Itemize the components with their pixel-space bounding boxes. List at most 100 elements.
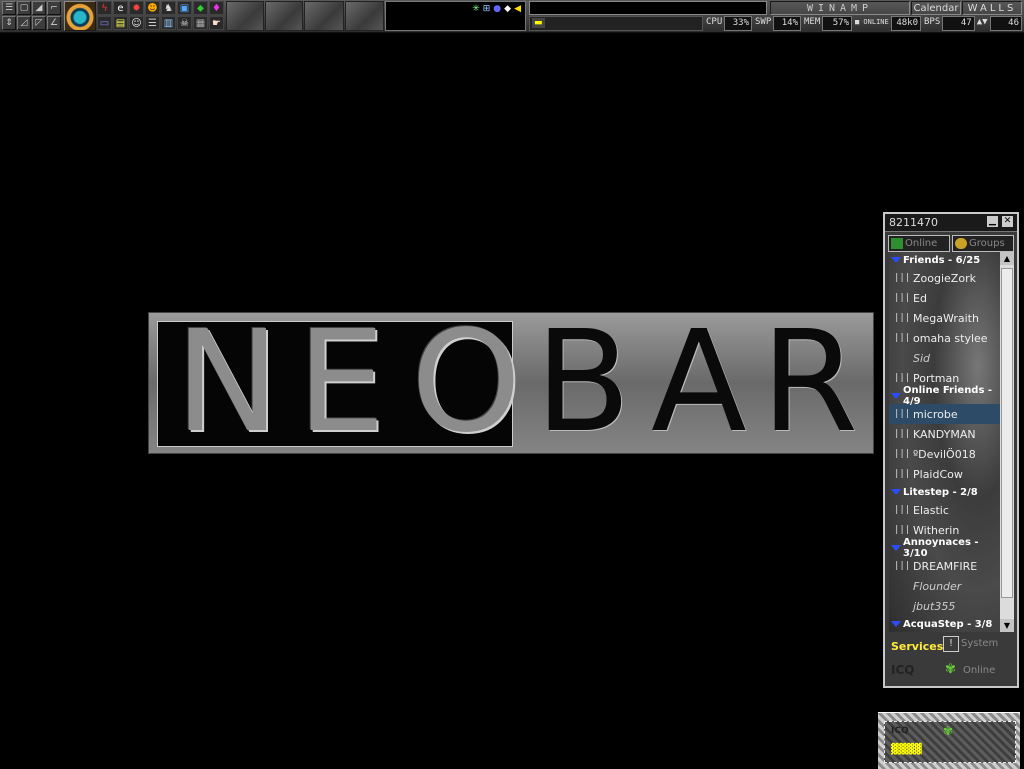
app-launcher-icon[interactable]: e — [113, 1, 128, 15]
contact-list-scrollbar[interactable]: ▲ ▼ — [1000, 252, 1014, 632]
toolbar-shortcut-icon[interactable]: ◿ — [17, 16, 31, 30]
calendar-button[interactable]: Calendar — [911, 1, 961, 15]
app-launcher-icon[interactable]: ▤ — [113, 16, 128, 30]
speaker-icon[interactable]: ◀ — [514, 4, 521, 14]
contact-item[interactable]: ||| microbe — [889, 404, 1000, 424]
contact-item[interactable]: jbut355 — [889, 596, 1000, 616]
contact-item[interactable]: ||| PlaidCow — [889, 464, 1000, 484]
icq-mini-widget[interactable]: ICQ ✾ ▓▓▓▓ — [878, 712, 1020, 769]
toolbar-shortcut-icon[interactable]: ⇕ — [2, 16, 16, 30]
app-launcher-icon[interactable]: ▭ — [97, 16, 112, 30]
toolbar-shortcut-icon[interactable]: ◢ — [32, 1, 46, 15]
contact-name: omaha stylee — [913, 331, 988, 345]
scroll-down-icon[interactable]: ▼ — [1000, 619, 1014, 632]
contact-group-header[interactable]: Litestep - 2/8 — [889, 484, 1000, 500]
app-launcher-icon[interactable]: ϟ — [97, 1, 112, 15]
eye-icon[interactable] — [64, 1, 96, 31]
online-label: ■ ONLINE — [855, 18, 889, 26]
system-button[interactable]: System — [961, 638, 998, 649]
desktop-pager-3[interactable] — [304, 1, 344, 31]
widget-status-icon: ▓▓▓▓ — [891, 744, 922, 755]
winamp-label[interactable]: WINAMP — [770, 1, 910, 15]
minimize-icon[interactable]: ▁ — [987, 216, 998, 227]
top-bar: ☰ ▢ ◢ ⌐ ⇕ ◿ ◸ ∠ ϟ e ✹ ☻ ♞ ▣ ⬥ ♦ ▭ ▤ ☺ ☰ ▥ ☠ ▦ ☛ ✳ ⊞ ● ◆ ◀ ▬ WI… — [0, 0, 1024, 33]
bps-label: BPS — [924, 17, 941, 27]
app-launcher-icon[interactable]: ☰ — [145, 16, 160, 30]
status-button[interactable]: Online — [963, 665, 995, 676]
sun-icon[interactable]: ✳ — [472, 4, 480, 14]
contact-item[interactable]: ||| Ed — [889, 288, 1000, 308]
desktop-pager-1[interactable] — [226, 1, 264, 31]
icq-contact-window: 8211470 ▁ ✕ Online Groups Friends - 6/25… — [883, 212, 1019, 688]
app-launcher-icon[interactable]: ▦ — [193, 16, 208, 30]
app-launcher-icon[interactable]: ☛ — [209, 16, 224, 30]
online-users-icon — [891, 238, 903, 249]
app-launcher-icon[interactable]: ☠ — [177, 16, 192, 30]
contact-item[interactable]: ||| Elastic — [889, 500, 1000, 520]
pill-icon[interactable]: ◆ — [504, 4, 511, 14]
contact-item[interactable]: ||| omaha stylee — [889, 328, 1000, 348]
contact-group-header[interactable]: Online Friends - 4/9 — [889, 385, 1000, 407]
logo-letter-5: A — [651, 301, 747, 464]
app-launcher-icon[interactable]: ♦ — [209, 1, 224, 15]
desktop-pager-2[interactable] — [265, 1, 303, 31]
contact-item[interactable]: Flounder — [889, 576, 1000, 596]
neobar-logo: N E O B A R — [148, 312, 874, 454]
walls-button[interactable]: WALLS — [962, 1, 1022, 15]
bps-arrows-icon: ▲▼ — [976, 17, 988, 27]
contact-status-icon: ||| — [894, 373, 911, 383]
group-expand-icon[interactable] — [891, 393, 901, 399]
widget-flower-icon[interactable]: ✾ — [943, 724, 953, 738]
contact-group-header[interactable]: AcquaStep - 3/8 — [889, 616, 1000, 632]
app-launcher-icon[interactable]: ⬥ — [193, 1, 208, 15]
app-launcher-icon[interactable]: ✹ — [129, 1, 144, 15]
group-expand-icon[interactable] — [891, 621, 901, 627]
task-area[interactable]: ✳ ⊞ ● ◆ ◀ — [385, 1, 526, 31]
tab-groups[interactable]: Groups — [952, 235, 1014, 252]
contact-item[interactable]: ||| MegaWraith — [889, 308, 1000, 328]
app-launcher-icon[interactable]: ☻ — [145, 1, 160, 15]
contact-item[interactable]: ||| DREAMFIRE — [889, 556, 1000, 576]
app-launcher-icon[interactable]: ▥ — [161, 16, 176, 30]
scroll-up-icon[interactable]: ▲ — [1000, 252, 1014, 265]
icq-uin: 8211470 — [889, 216, 938, 229]
services-button[interactable]: Services — [891, 640, 943, 653]
icq-bottom-panel: Services ! System ICQ ✾ Online — [889, 636, 1013, 684]
icq-title-bar[interactable]: 8211470 ▁ ✕ — [885, 214, 1017, 232]
network-icon[interactable]: ⊞ — [483, 4, 491, 14]
status-flower-icon[interactable]: ✾ — [945, 662, 956, 677]
toolbar-shortcut-icon[interactable]: ∠ — [47, 16, 61, 30]
toolbar-shortcut-icon[interactable]: ◸ — [32, 16, 46, 30]
contact-name: microbe — [913, 407, 958, 421]
globe-icon[interactable]: ● — [493, 4, 501, 14]
winamp-icon[interactable]: ▬ — [532, 18, 545, 28]
tab-online-label: Online — [905, 238, 938, 249]
contact-group-header[interactable]: Annoynaces - 3/10 — [889, 537, 1000, 559]
contact-status-icon — [894, 352, 909, 364]
contact-status-icon — [894, 600, 909, 612]
logo-letter-6: R — [761, 301, 859, 464]
app-launcher-icon[interactable]: ▣ — [177, 1, 192, 15]
contact-item[interactable]: ||| ºDevilÖ018 — [889, 444, 1000, 464]
app-launcher-icon[interactable]: ☺ — [129, 16, 144, 30]
tab-online[interactable]: Online — [888, 235, 950, 252]
system-icon[interactable]: ! — [943, 636, 959, 652]
toolbar-shortcut-icon[interactable]: ☰ — [2, 1, 16, 15]
scrollbar-thumb[interactable] — [1001, 268, 1013, 598]
contact-item[interactable]: ||| ZoogieZork — [889, 268, 1000, 288]
contact-group-title: Friends - 6/25 — [903, 254, 981, 266]
contact-status-icon — [894, 580, 909, 592]
group-expand-icon[interactable] — [891, 545, 901, 551]
contact-item[interactable]: ||| KANDYMAN — [889, 424, 1000, 444]
close-icon[interactable]: ✕ — [1002, 216, 1013, 227]
group-expand-icon[interactable] — [891, 489, 901, 495]
toolbar-shortcut-icon[interactable]: ⌐ — [47, 1, 61, 15]
app-launcher-icon[interactable]: ♞ — [161, 1, 176, 15]
group-expand-icon[interactable] — [891, 257, 901, 263]
toolbar-shortcut-icon[interactable]: ▢ — [17, 1, 31, 15]
contact-group-header[interactable]: Friends - 6/25 — [889, 252, 1000, 268]
contact-item[interactable]: Sid — [889, 348, 1000, 368]
contact-status-icon: ||| — [894, 273, 911, 283]
desktop-pager-4[interactable] — [345, 1, 384, 31]
system-tray: ✳ ⊞ ● ◆ ◀ — [472, 4, 521, 14]
